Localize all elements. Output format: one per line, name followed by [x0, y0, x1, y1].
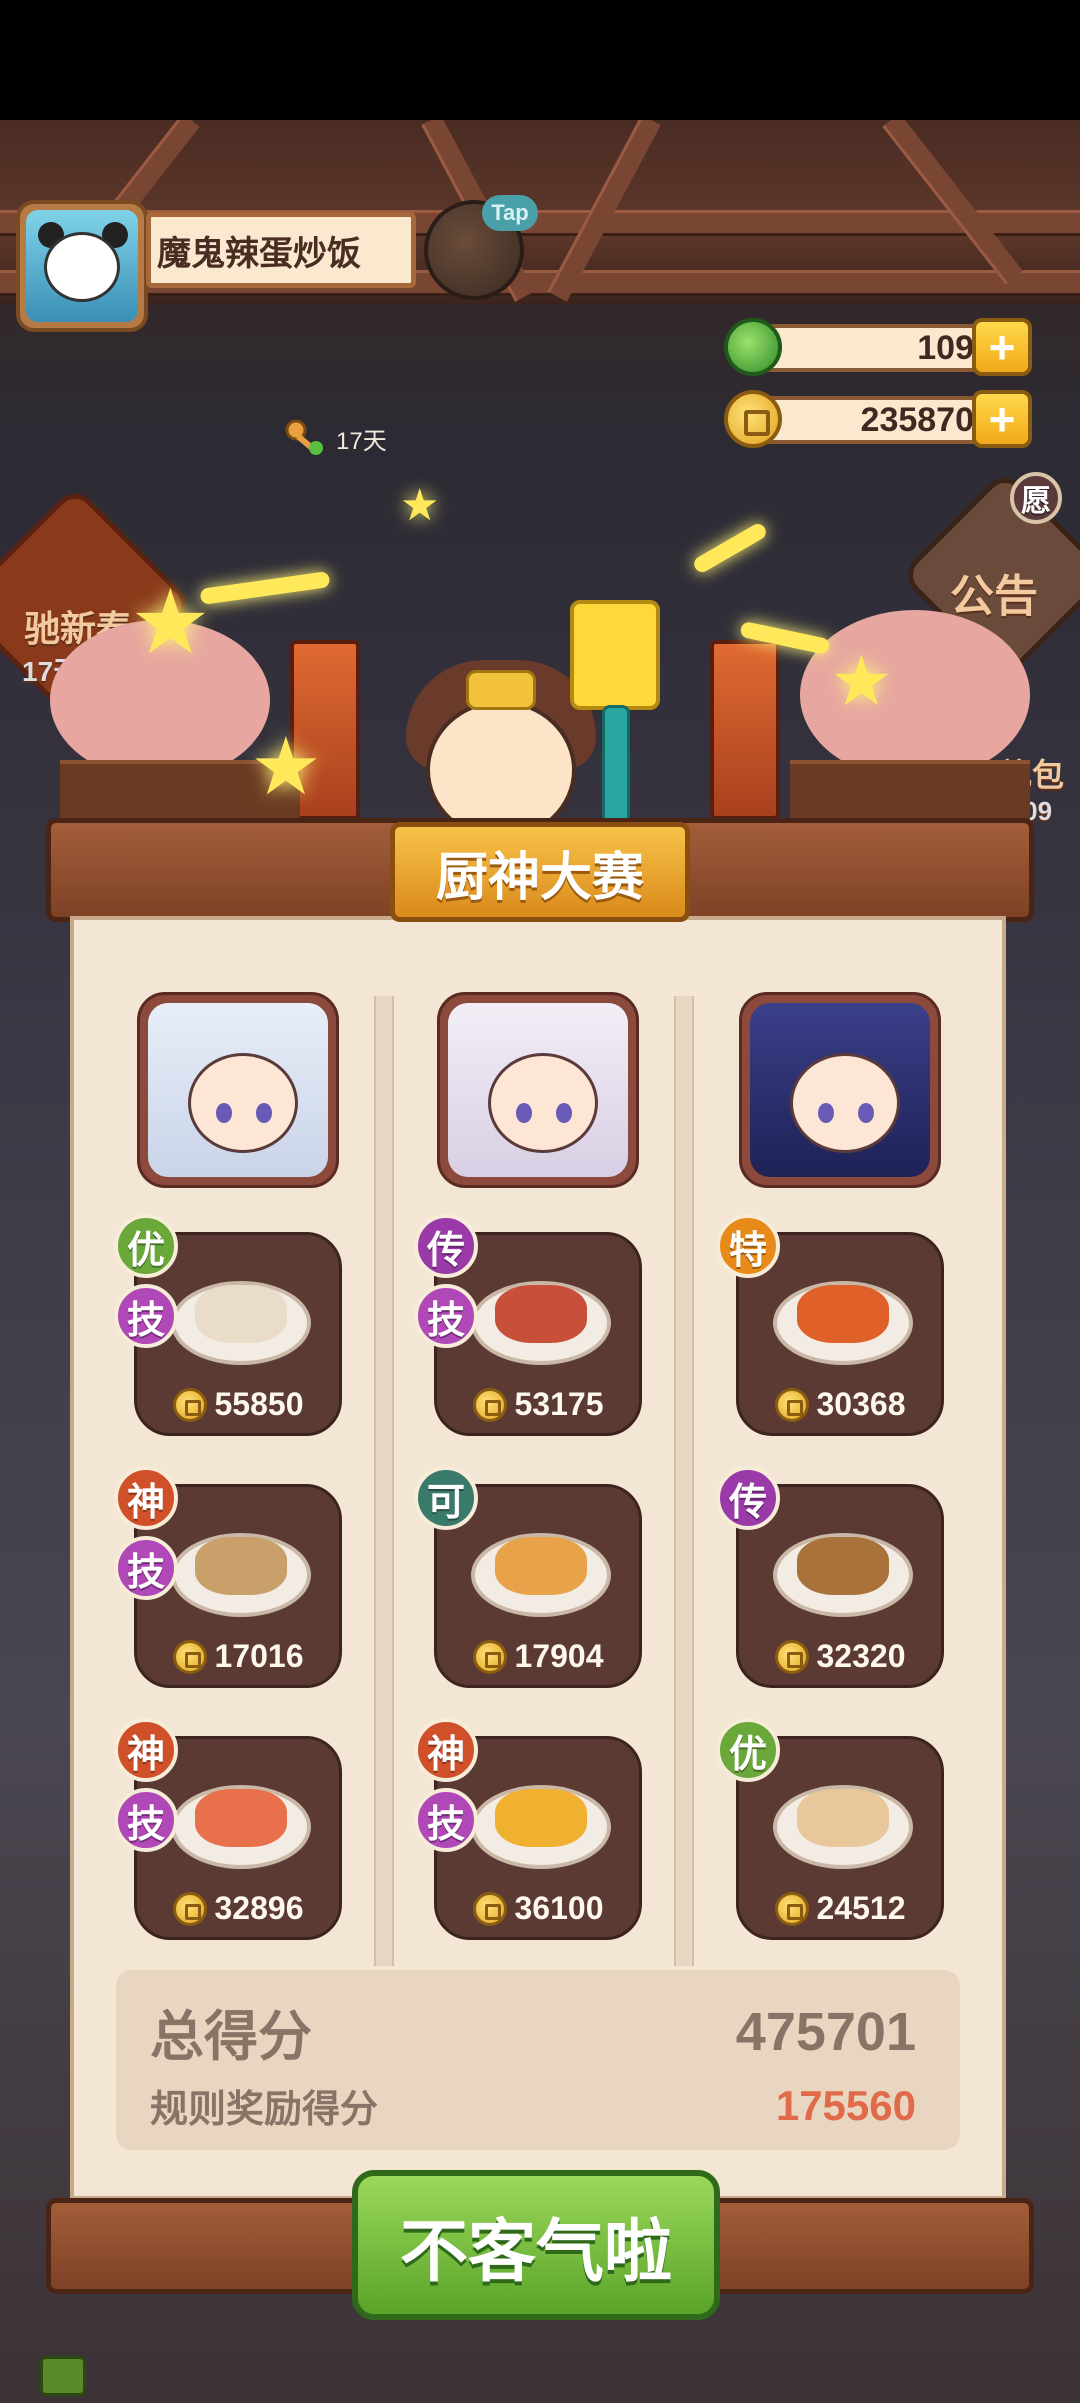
coin-icon — [172, 1891, 207, 1926]
dish-score-value: 30368 — [816, 1386, 906, 1422]
coin-icon — [172, 1387, 207, 1422]
coin-icon — [172, 1639, 207, 1674]
notice-label: 公告 — [950, 572, 1038, 621]
rank-badge: 神 — [414, 1718, 478, 1782]
dish-score: 17016 — [137, 1638, 339, 1675]
sparkle-star-icon: ★ — [250, 722, 322, 811]
fence-right — [790, 760, 1030, 820]
dish-score: 32320 — [739, 1638, 941, 1675]
total-score-label: 总得分 — [150, 2007, 312, 2067]
chef-portrait[interactable] — [739, 992, 941, 1188]
dish-score: 55850 — [137, 1386, 339, 1423]
corner-menu-button[interactable] — [40, 2356, 86, 2396]
skill-badge: 技 — [114, 1284, 178, 1348]
bonus-score-value: 175560 — [775, 2081, 916, 2129]
pillar-right — [710, 640, 780, 820]
bonus-score-label: 规则奖励得分 — [150, 2089, 379, 2131]
spatula-icon — [570, 600, 660, 710]
chef-portrait[interactable] — [137, 992, 339, 1188]
jade-icon — [724, 318, 782, 376]
total-score-value: 475701 — [735, 2001, 916, 2062]
coin-value: 235870 — [860, 400, 974, 439]
rank-badge: 传 — [716, 1466, 780, 1530]
score-summary: 总得分 475701 规则奖励得分 175560 — [116, 1970, 960, 2150]
dish-score-value: 17016 — [214, 1638, 304, 1674]
jade-value: 109 — [917, 328, 974, 367]
add-coin-button[interactable]: + — [972, 390, 1032, 448]
skill-badge: 技 — [114, 1536, 178, 1600]
sparkle-star-icon: ★ — [400, 481, 440, 530]
add-jade-button[interactable]: + — [972, 318, 1032, 376]
dish-score-value: 24512 — [816, 1890, 906, 1926]
dish-score: 24512 — [739, 1890, 941, 1927]
days-value: 17天 — [336, 427, 387, 455]
dish-score: 36100 — [437, 1890, 639, 1927]
notice-tag: 愿 — [1010, 472, 1062, 524]
confirm-button[interactable]: 不客气啦 — [352, 2170, 720, 2320]
dish-score-value: 17904 — [514, 1638, 604, 1674]
skill-badge: 技 — [414, 1284, 478, 1348]
rank-badge: 神 — [114, 1466, 178, 1530]
rank-badge: 神 — [114, 1718, 178, 1782]
rank-badge: 优 — [716, 1718, 780, 1782]
tap-label[interactable]: Tap — [482, 195, 538, 231]
skill-badge: 技 — [414, 1788, 478, 1852]
dish-score-value: 53175 — [514, 1386, 604, 1422]
rank-badge: 优 — [114, 1214, 178, 1278]
player-name[interactable]: 魔鬼辣蛋炒饭 — [146, 212, 416, 288]
rank-badge: 特 — [716, 1214, 780, 1278]
coin-icon — [724, 390, 782, 448]
coin-icon — [774, 1891, 809, 1926]
player-avatar[interactable] — [16, 200, 148, 332]
rank-badge: 可 — [414, 1466, 478, 1530]
coin-icon — [472, 1639, 507, 1674]
sparkle-star-icon: ★ — [830, 642, 893, 720]
login-days: 17天 — [284, 418, 387, 458]
coin-counter: 235870 + — [724, 390, 1032, 448]
dish-score-value: 36100 — [514, 1890, 604, 1926]
coin-icon — [774, 1387, 809, 1422]
key-icon — [284, 418, 328, 458]
coin-icon — [774, 1639, 809, 1674]
sparkle-star-icon: ★ — [130, 573, 211, 673]
skill-badge: 技 — [114, 1788, 178, 1852]
status-bar — [0, 0, 1080, 120]
dish-score-value: 32320 — [816, 1638, 906, 1674]
dish-score-value: 55850 — [214, 1386, 304, 1422]
coin-icon — [472, 1891, 507, 1926]
coin-icon — [472, 1387, 507, 1422]
dish-score: 30368 — [739, 1386, 941, 1423]
rank-badge: 传 — [414, 1214, 478, 1278]
jade-counter: 109 + — [724, 318, 1032, 376]
dish-score-value: 32896 — [214, 1890, 304, 1926]
dish-score: 32896 — [137, 1890, 339, 1927]
dish-score: 53175 — [437, 1386, 639, 1423]
dish-score: 17904 — [437, 1638, 639, 1675]
chef-portrait[interactable] — [437, 992, 639, 1188]
panel-title: 厨神大赛 — [390, 822, 690, 922]
